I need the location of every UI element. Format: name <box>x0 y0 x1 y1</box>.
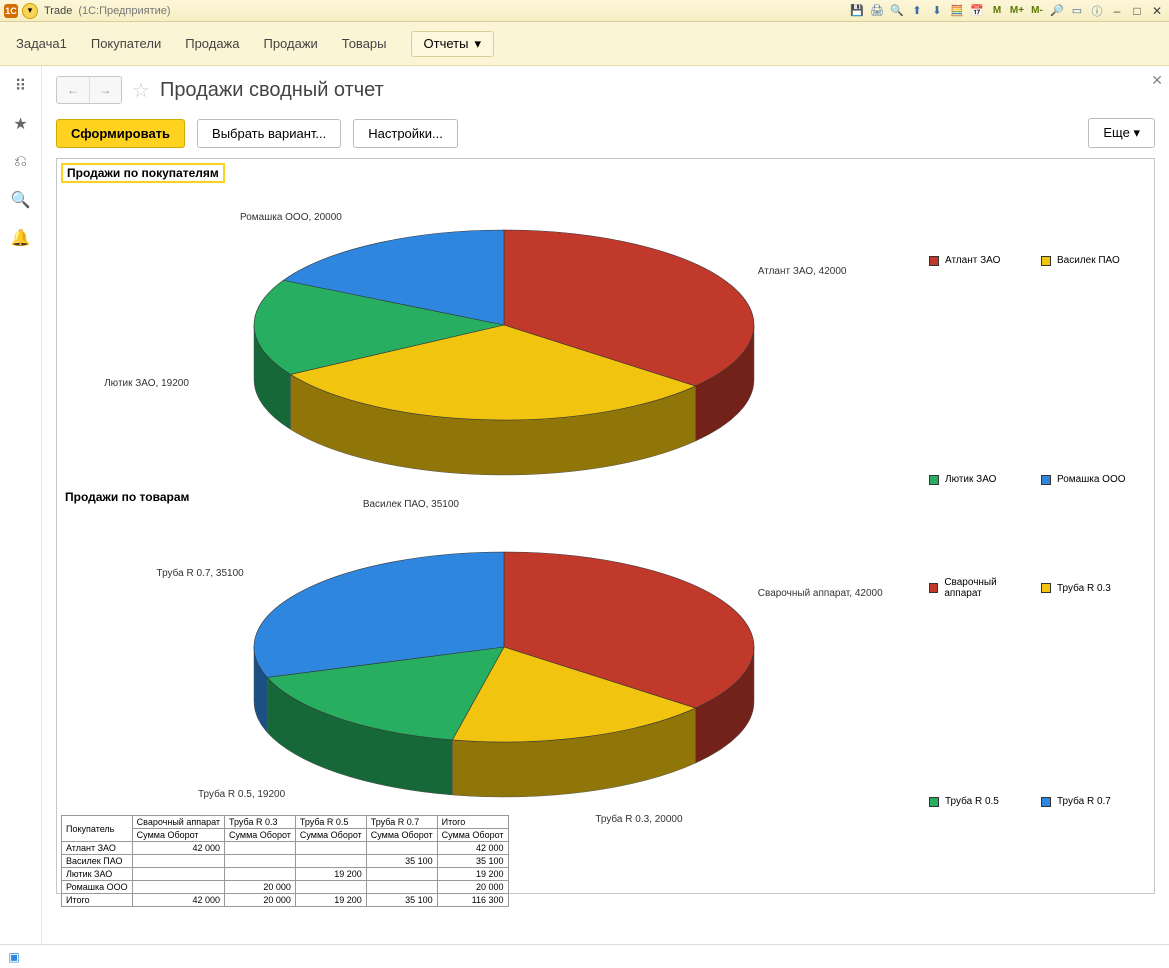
info-icon[interactable]: ⓘ <box>1089 3 1105 19</box>
settings-button[interactable]: Настройки... <box>353 119 458 148</box>
menu-sale[interactable]: Продажа <box>185 36 239 51</box>
maximize-button[interactable]: □ <box>1129 3 1145 19</box>
section-products-title: Продажи по товарам <box>61 489 193 505</box>
chevron-down-icon: ▾ <box>474 36 481 52</box>
legend-item: Труба R 0.5 <box>929 796 1029 807</box>
summary-table: ПокупательСварочный аппаратТруба R 0.3Тр… <box>61 815 509 907</box>
menu-sales[interactable]: Продажи <box>263 36 317 51</box>
export-up-icon[interactable]: ⬆ <box>909 3 925 19</box>
legend-item: Василек ПАО <box>1041 255 1141 266</box>
slice-label: Ромашка ООО, 20000 <box>240 212 342 223</box>
chart-customers: Атлант ЗАО, 42000Василек ПАО, 35100Лютик… <box>59 185 929 485</box>
calculator-icon[interactable]: 🧮 <box>949 3 965 19</box>
notifications-icon[interactable]: 🔔 <box>11 228 31 248</box>
close-button[interactable]: ✕ <box>1149 3 1165 19</box>
import-down-icon[interactable]: ⬇ <box>929 3 945 19</box>
page-favorite-icon[interactable]: ☆ <box>132 78 150 103</box>
chart-products: Сварочный аппарат, 42000Труба R 0.3, 200… <box>59 507 929 807</box>
chevron-down-icon: ▾ <box>1133 125 1140 140</box>
legend-label: Труба R 0.5 <box>945 796 999 807</box>
menubar: Задача1 Покупатели Продажа Продажи Товар… <box>0 22 1169 66</box>
calendar-icon[interactable]: 📅 <box>969 3 985 19</box>
legend-label: Ромашка ООО <box>1057 474 1126 485</box>
save-icon[interactable]: 💾 <box>849 3 865 19</box>
legend-item: Труба R 0.3 <box>1041 577 1141 599</box>
page-close-button[interactable]: ✕ <box>1151 72 1163 89</box>
status-icon: ▣ <box>6 949 22 965</box>
nav-back-button[interactable]: ← <box>57 77 89 103</box>
legend-label: Труба R 0.3 <box>1057 583 1111 594</box>
legend-label: Атлант ЗАО <box>945 255 1000 266</box>
sidebar: ⠿ ★ ⎌ 🔍 🔔 <box>0 66 42 944</box>
report-area: Продажи по покупателям Атлант ЗАО, 42000… <box>56 158 1155 894</box>
more-label: Еще <box>1103 125 1129 140</box>
legend-swatch <box>929 583 938 593</box>
app-subtitle: (1С:Предприятие) <box>78 5 170 17</box>
legend-item: Лютик ЗАО <box>929 474 1029 485</box>
print-icon[interactable]: 🖨 <box>869 3 885 19</box>
slice-label: Труба R 0.7, 35100 <box>157 568 244 579</box>
legend-item: Сварочный аппарат <box>929 577 1029 599</box>
legend-swatch <box>1041 797 1051 807</box>
memory-m-icon[interactable]: M <box>989 3 1005 19</box>
slice-label: Труба R 0.3, 20000 <box>595 814 682 825</box>
main-content: ✕ ← → ☆ Продажи сводный отчет Сформирова… <box>42 66 1169 944</box>
apps-icon[interactable]: ⠿ <box>11 76 31 96</box>
legend-label: Труба R 0.7 <box>1057 796 1111 807</box>
legend-swatch <box>929 797 939 807</box>
memory-mminus-icon[interactable]: M- <box>1029 3 1045 19</box>
history-icon[interactable]: ⎌ <box>11 152 31 172</box>
menu-customers[interactable]: Покупатели <box>91 36 161 51</box>
legend-swatch <box>929 475 939 485</box>
legend-label: Василек ПАО <box>1057 255 1120 266</box>
app-icon: 1C <box>4 4 18 18</box>
legend-item: Труба R 0.7 <box>1041 796 1141 807</box>
legend-swatch <box>929 256 939 266</box>
select-variant-button[interactable]: Выбрать вариант... <box>197 119 341 148</box>
search-icon[interactable]: 🔍 <box>11 190 31 210</box>
slice-label: Сварочный аппарат, 42000 <box>758 588 883 599</box>
slice-label: Атлант ЗАО, 42000 <box>758 266 847 277</box>
nav-buttons: ← → <box>56 76 122 104</box>
legend-label: Лютик ЗАО <box>945 474 996 485</box>
menu-task1[interactable]: Задача1 <box>16 36 67 51</box>
slice-label: Лютик ЗАО, 19200 <box>104 378 189 389</box>
app-title: Trade <box>44 5 72 17</box>
zoom-icon[interactable]: 🔎 <box>1049 3 1065 19</box>
menu-reports-label: Отчеты <box>424 36 469 51</box>
titlebar: 1C ▾ Trade (1С:Предприятие) 💾 🖨 🔍 ⬆ ⬇ 🧮 … <box>0 0 1169 22</box>
favorite-icon[interactable]: ★ <box>11 114 31 134</box>
menu-reports-button[interactable]: Отчеты ▾ <box>411 31 494 57</box>
form-button[interactable]: Сформировать <box>56 119 185 148</box>
preview-icon[interactable]: 🔍 <box>889 3 905 19</box>
legend-swatch <box>1041 256 1051 266</box>
minimize-button[interactable]: – <box>1109 3 1125 19</box>
page-title: Продажи сводный отчет <box>160 79 384 102</box>
more-button[interactable]: Еще ▾ <box>1088 118 1155 148</box>
slice-label: Труба R 0.5, 19200 <box>198 789 285 800</box>
statusbar: ▣ <box>0 944 1169 968</box>
nav-forward-button[interactable]: → <box>89 77 121 103</box>
layout-icon[interactable]: ▭ <box>1069 3 1085 19</box>
legend-swatch <box>1041 583 1051 593</box>
app-dropdown-icon[interactable]: ▾ <box>22 3 38 19</box>
legend-label: Сварочный аппарат <box>944 577 1029 599</box>
legend-item: Ромашка ООО <box>1041 474 1141 485</box>
section-customers-title: Продажи по покупателям <box>61 163 225 183</box>
memory-mplus-icon[interactable]: M+ <box>1009 3 1025 19</box>
menu-goods[interactable]: Товары <box>342 36 387 51</box>
legend-item: Атлант ЗАО <box>929 255 1029 266</box>
legend-swatch <box>1041 475 1051 485</box>
